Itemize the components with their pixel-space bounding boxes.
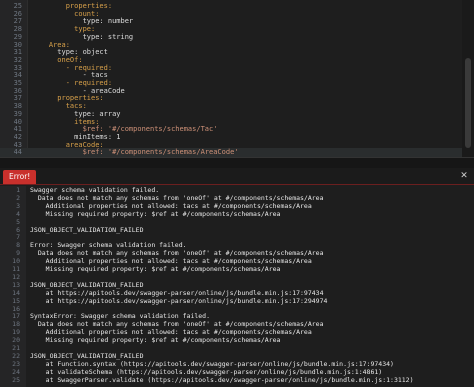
error-text: at https://apitools.dev/swagger-parser/o…	[30, 296, 328, 305]
line-number: 44	[13, 148, 22, 157]
error-line: 4 Missing required property: $ref at #/c…	[0, 209, 474, 219]
code-text: $ref: '#/components/schemas/AreaCode'	[32, 148, 239, 157]
error-line: 6 JSON_OBJECT_VALIDATION_FAILED	[0, 225, 474, 235]
error-text: at SwaggerParser.validate (https://apito…	[30, 375, 414, 384]
error-panel: Error! ✕ 1 Swagger schema validation fail…	[0, 168, 474, 387]
error-line: 15 at https://apitools.dev/swagger-parse…	[0, 296, 474, 306]
error-text: Missing required property: $ref at #/com…	[30, 265, 281, 273]
close-icon[interactable]: ✕	[459, 171, 469, 181]
error-line: 11 Missing required property: $ref at #/…	[0, 265, 474, 274]
error-text: Missing required property: $ref at #/com…	[30, 209, 281, 218]
line-number: 25	[12, 375, 20, 384]
error-output[interactable]: 1 Swagger schema validation failed. 2 Data…	[0, 186, 474, 387]
editor-scrollbar-thumb[interactable]	[465, 58, 471, 148]
error-line: 25 at SwaggerParser.validate (https://ap…	[0, 375, 474, 385]
error-tab[interactable]: Error!	[3, 170, 37, 184]
editor-line[interactable]: 44 $ref: '#/components/schemas/AreaCode'	[0, 148, 462, 157]
yaml-editor[interactable]: 25 properties: 26 count: 27 type: number 28…	[0, 0, 474, 157]
panel-splitter[interactable]	[0, 157, 474, 168]
editor-vertical-scrollbar[interactable]	[462, 0, 474, 157]
error-line: 20 Missing required property: $ref at #/…	[0, 336, 474, 345]
error-text: Missing required property: $ref at #/com…	[30, 336, 281, 345]
error-panel-header: Error! ✕	[0, 168, 474, 185]
error-text: JSON_OBJECT_VALIDATION_FAILED	[30, 225, 144, 234]
